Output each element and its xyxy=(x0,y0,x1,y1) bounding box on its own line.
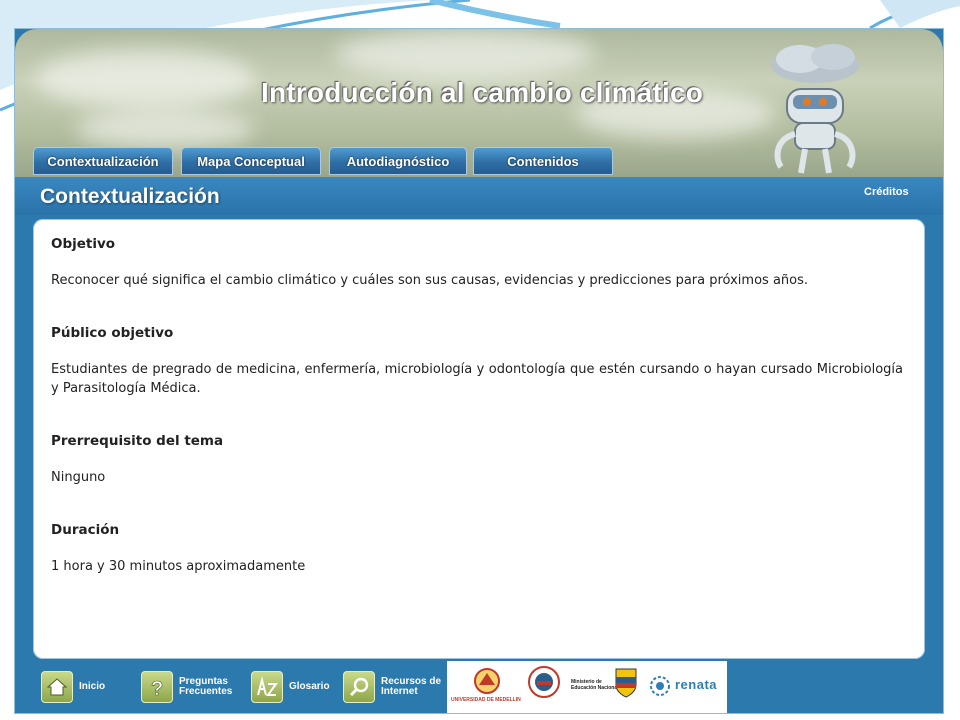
home-label: Inicio xyxy=(79,681,106,692)
home-icon xyxy=(41,671,73,703)
university-seal-icon xyxy=(528,666,560,698)
tab-contenidos[interactable]: Contenidos xyxy=(473,147,613,175)
renata-logo-text: renata xyxy=(675,677,718,692)
audience-heading: Público objetivo xyxy=(51,325,174,341)
colombia-crest-icon xyxy=(615,668,637,698)
credits-link[interactable]: Créditos xyxy=(864,186,909,198)
tab-mapa-conceptual[interactable]: Mapa Conceptual xyxy=(181,147,321,175)
main-navigation: Contextualización Mapa Conceptual Autodi… xyxy=(15,145,943,179)
magnifier-icon xyxy=(343,671,375,703)
udem-logo-text: UNIVERSIDAD DE MEDELLIN xyxy=(451,697,521,703)
partner-logos: UNIVERSIDAD DE MEDELLIN Ministerio de Ed… xyxy=(447,661,727,713)
internet-resources-button[interactable]: Recursos de Internet xyxy=(343,671,443,703)
ministerio-line2: Educación Nacional xyxy=(571,685,619,691)
duration-heading: Duración xyxy=(51,522,120,538)
tab-contextualizacion[interactable]: Contextualización xyxy=(33,147,173,175)
home-button[interactable]: Inicio xyxy=(41,671,105,703)
prerequisite-text: Ninguno xyxy=(51,470,106,485)
internet-resources-label: Recursos de Internet xyxy=(381,676,442,697)
az-icon xyxy=(251,671,283,703)
content-panel: Objetivo Reconocer qué significa el camb… xyxy=(33,219,925,659)
page-title: Introducción al cambio climático xyxy=(261,77,704,108)
glossary-label: Glosario xyxy=(289,681,330,692)
renata-logo-icon xyxy=(650,676,670,696)
svg-text:?: ? xyxy=(151,678,163,698)
app-window: Introducción al cambio climático Context… xyxy=(14,28,944,714)
faq-label: Preguntas Frecuentes xyxy=(179,676,233,697)
objective-text: Reconocer qué significa el cambio climát… xyxy=(51,273,809,288)
tab-autodiagnostico[interactable]: Autodiagnóstico xyxy=(329,147,467,175)
objective-heading: Objetivo xyxy=(51,236,116,252)
faq-button[interactable]: ? Preguntas Frecuentes xyxy=(141,671,239,703)
footer-bar: Inicio ? Preguntas Frecuentes Glosario R… xyxy=(15,661,943,713)
glossary-button[interactable]: Glosario xyxy=(251,671,330,703)
udem-logo-icon xyxy=(474,668,500,694)
question-icon: ? xyxy=(141,671,173,703)
duration-text: 1 hora y 30 minutos aproximadamente xyxy=(51,559,306,574)
prerequisite-heading: Prerrequisito del tema xyxy=(51,433,224,449)
section-title: Contextualización xyxy=(40,185,220,208)
audience-text: Estudiantes de pregrado de medicina, enf… xyxy=(51,362,903,396)
